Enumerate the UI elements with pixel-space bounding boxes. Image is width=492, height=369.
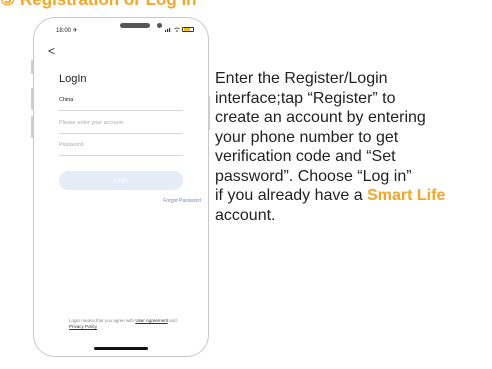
agreement-and: and (169, 318, 177, 323)
instruction-line: Enter the Register/Login (215, 70, 388, 87)
signal-icon (165, 28, 171, 32)
status-bar: 18:00 ✈ (46, 23, 194, 37)
instruction-line: password”. Choose “Log in” (215, 167, 412, 185)
instruction-line: verification code and “Set (215, 148, 396, 165)
user-agreement-link[interactable]: User Agreement (135, 318, 168, 323)
forgot-password-link[interactable]: Forgot Password (163, 198, 201, 204)
phone-camera (157, 23, 162, 28)
agreement-prefix: Login means that you agree with (69, 318, 135, 323)
wifi-icon (174, 27, 180, 32)
home-indicator (94, 347, 148, 350)
instruction-line: account. (215, 206, 276, 224)
account-input[interactable]: Please enter your account (59, 120, 183, 134)
brand-name: Smart Life (367, 187, 446, 204)
phone-notch (120, 23, 150, 28)
instruction-line: interface;tap “Register” to (215, 89, 396, 107)
agreement-text: Login means that you agree with User Agr… (69, 318, 179, 330)
phone-mockup: 18:00 ✈ < LogIn China Please enter your … (33, 17, 209, 357)
country-field[interactable]: China (59, 97, 183, 111)
instruction-text: Enter the Register/Login interface;tap “… (215, 69, 492, 225)
battery-icon (182, 27, 194, 32)
instruction-line: your phone number to get (215, 128, 399, 146)
login-title: LogIn (59, 73, 87, 85)
login-button[interactable]: Login (59, 171, 183, 190)
back-icon[interactable]: < (48, 44, 55, 58)
status-icons (165, 27, 194, 32)
password-input[interactable]: Password (59, 142, 183, 156)
section-heading: ③ Registration or Log in (0, 0, 197, 10)
status-time: 18:00 ✈ (56, 28, 78, 34)
privacy-policy-link[interactable]: Privacy Policy (69, 324, 97, 329)
instruction-line: create an account by entering (215, 109, 426, 126)
instruction-line: if you already have a Smart Life (215, 186, 492, 206)
instruction-fragment: if you already have a (215, 187, 368, 204)
